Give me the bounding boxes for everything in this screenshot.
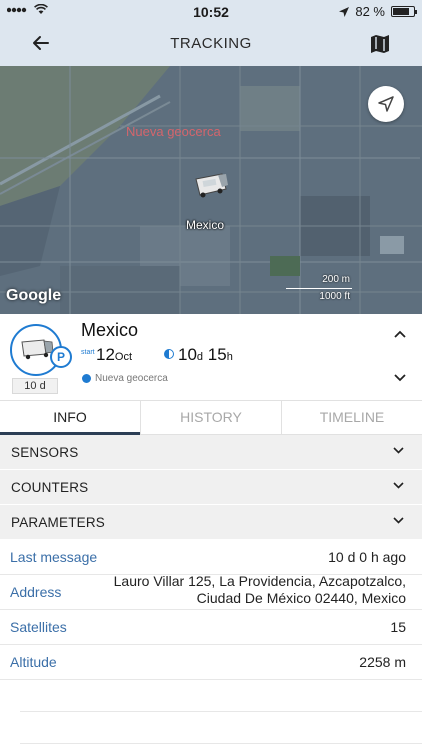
geofence-dot-icon [82, 374, 91, 383]
status-bar: 10:52 82 % [0, 0, 422, 22]
duration-hours-unit: h [226, 351, 233, 363]
detail-row-address: Address Lauro Villar 125, La Providencia… [0, 573, 422, 610]
start-day: 12 [96, 345, 115, 364]
chevron-down-icon [393, 482, 404, 489]
truck-icon [21, 339, 54, 360]
duration: 10d 15h [178, 345, 233, 365]
parked-status-icon: P [50, 346, 72, 368]
section-sensors[interactable]: SENSORS [0, 435, 422, 470]
chevron-down-icon[interactable] [394, 374, 406, 382]
duration-days-unit: d [196, 351, 204, 363]
battery-percent: 82 % [355, 4, 385, 19]
duration-days: 10 [178, 345, 197, 364]
chevron-down-icon [393, 447, 404, 454]
status-right: 82 % [339, 4, 417, 19]
detail-row-altitude: Altitude 2258 m [0, 645, 422, 680]
unit-name: Mexico [81, 320, 139, 340]
unit-summary: P 10 d Mexico start 12Oct 10d 15h Nueva … [0, 314, 422, 400]
start-date: 12Oct [96, 345, 132, 365]
chevron-up-icon[interactable] [394, 330, 406, 338]
geofence-map-label: Nueva geocerca [126, 124, 221, 139]
section-parameters-label: PARAMETERS [11, 515, 106, 530]
address-line-1: Lauro Villar 125, La Providencia, Azcapo… [113, 573, 406, 589]
altitude-value: 2258 m [359, 654, 406, 670]
locate-button[interactable] [368, 86, 404, 122]
start-month: Oct [114, 351, 133, 363]
map-icon[interactable] [368, 32, 392, 56]
tab-info[interactable]: INFO [0, 401, 140, 435]
address-value: Lauro Villar 125, La Providencia, Azcapo… [114, 573, 406, 607]
truck-marker-icon[interactable] [192, 171, 230, 199]
tab-bar: INFO HISTORY TIMELINE [0, 400, 422, 435]
altitude-label: Altitude [10, 654, 57, 670]
geofence-name: Nueva geocerca [95, 373, 168, 384]
navigation-arrow-icon [378, 96, 394, 112]
detail-row-last-message: Last message 10 d 0 h ago [0, 540, 422, 575]
location-arrow-icon [339, 6, 350, 17]
map-scale: 200 m 1000 ft [286, 274, 352, 306]
section-parameters[interactable]: PARAMETERS [0, 505, 422, 540]
section-sensors-label: SENSORS [11, 445, 79, 460]
duration-icon [164, 349, 174, 359]
nav-header: TRACKING [0, 22, 422, 66]
scale-bar [286, 288, 352, 289]
scale-metric: 200 m [322, 274, 350, 285]
battery-icon [391, 6, 417, 17]
tab-timeline[interactable]: TIMELINE [281, 401, 422, 434]
tab-history[interactable]: HISTORY [140, 401, 281, 434]
duration-hours: 15 [207, 345, 227, 364]
address-label: Address [10, 584, 62, 600]
start-label: start [81, 349, 95, 356]
empty-row [20, 680, 422, 712]
last-message-label: Last message [10, 549, 98, 565]
google-logo: Google [6, 287, 62, 304]
page-title: TRACKING [170, 35, 252, 52]
unit-age-badge: 10 d [12, 378, 58, 394]
address-line-2: Ciudad De México 02440, Mexico [196, 590, 406, 606]
detail-row-satellites: Satellites 15 [0, 610, 422, 645]
map-view[interactable]: Nueva geocerca Mexico Google 200 m 1000 … [0, 66, 422, 314]
section-counters-label: COUNTERS [11, 480, 89, 495]
unit-map-label: Mexico [186, 218, 225, 232]
empty-row [20, 712, 422, 744]
battery-fill [393, 8, 410, 15]
last-message-value: 10 d 0 h ago [328, 549, 406, 565]
scale-imperial: 1000 ft [319, 291, 350, 302]
satellites-value: 15 [390, 619, 406, 635]
section-counters[interactable]: COUNTERS [0, 470, 422, 505]
chevron-down-icon [393, 517, 404, 524]
satellites-label: Satellites [10, 619, 67, 635]
